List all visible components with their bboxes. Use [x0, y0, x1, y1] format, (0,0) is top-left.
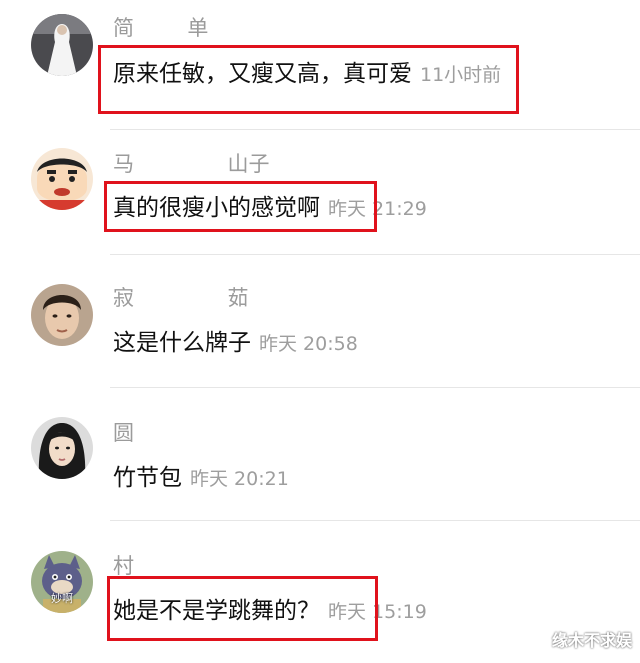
comment-item: 简 单 原来任敏，又瘦又高，真可爱 11小时前	[0, 0, 640, 130]
comment-item: 妙啊 村 她是不是学跳舞的？ 昨天 15:19	[0, 521, 640, 663]
comment-item: 寂 茹 这是什么牌子 昨天 20:58	[0, 255, 640, 387]
avatar-caption: 妙啊	[51, 592, 73, 605]
username[interactable]: 寂 茹	[113, 285, 248, 311]
avatar[interactable]	[31, 417, 93, 479]
comment-text: 竹节包	[113, 465, 182, 491]
avatar-man-image	[31, 284, 93, 346]
avatar-bride-image	[31, 14, 93, 76]
username[interactable]: 马 山子	[113, 151, 269, 177]
avatar[interactable]	[31, 284, 93, 346]
comment-item: 圆 竹节包 昨天 20:21	[0, 388, 640, 520]
comment-text: 这是什么牌子	[113, 330, 251, 356]
avatar[interactable]: 妙啊	[31, 551, 93, 613]
watermark: 缘木不求娱	[551, 631, 632, 650]
avatar[interactable]	[31, 14, 93, 76]
avatar-woman-image	[31, 417, 93, 479]
avatar[interactable]	[31, 148, 93, 210]
comment-item: 马 山子 真的很瘦小的感觉啊 昨天 21:29	[0, 130, 640, 255]
comment-time: 昨天 20:21	[190, 468, 289, 490]
comment-time: 昨天 20:58	[259, 333, 358, 355]
avatar-cartoon-image	[31, 148, 93, 210]
comment-line: 竹节包 昨天 20:21	[113, 461, 289, 497]
username[interactable]: 简 单	[113, 15, 208, 41]
highlight-box	[107, 576, 378, 641]
highlight-box	[98, 45, 519, 114]
username[interactable]: 圆	[113, 420, 181, 446]
highlight-box	[104, 181, 377, 232]
comment-line: 这是什么牌子 昨天 20:58	[113, 326, 358, 362]
